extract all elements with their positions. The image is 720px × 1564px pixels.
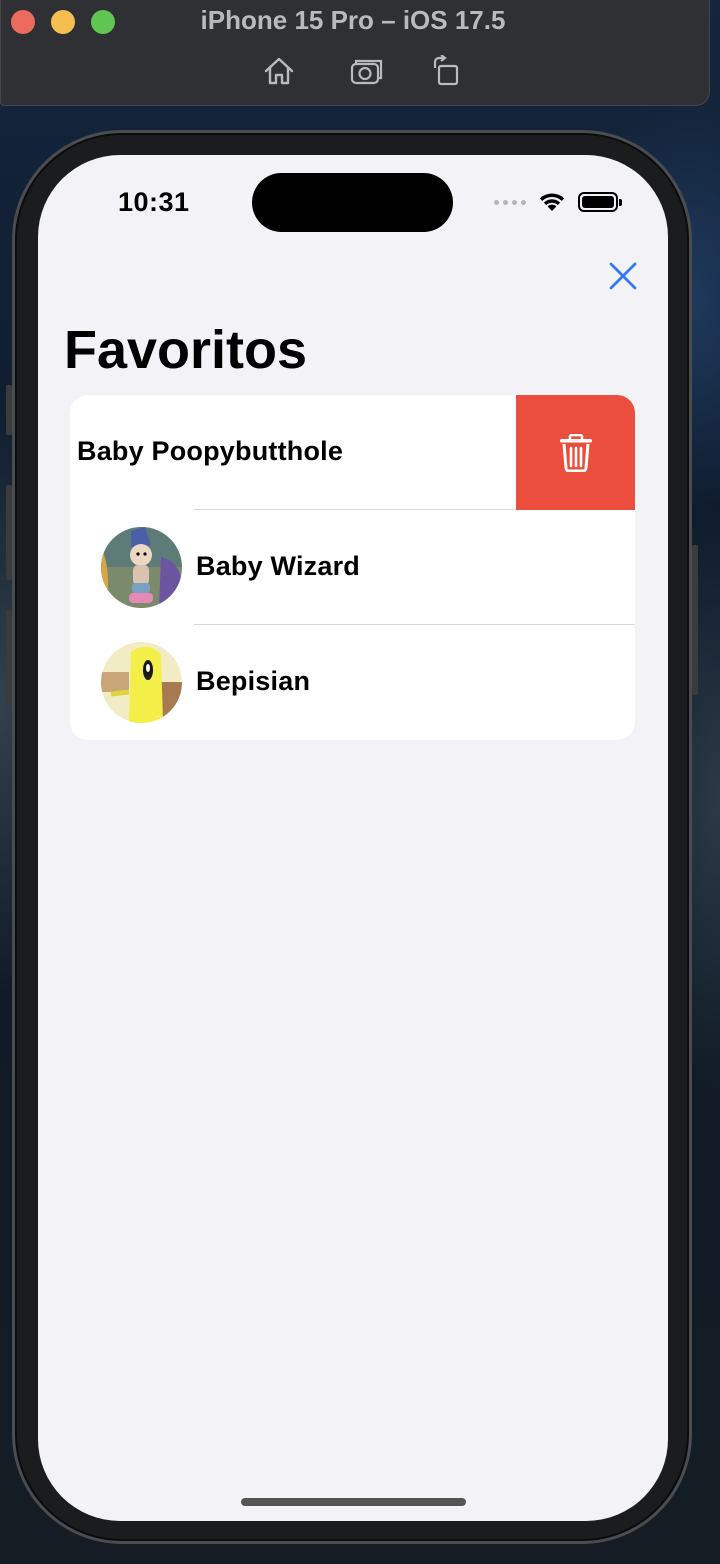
character-name: Baby Poopybutthole: [77, 436, 344, 466]
cellular-signal-icon: [494, 199, 526, 205]
power-button: [692, 545, 698, 695]
battery-icon: [578, 192, 622, 212]
home-indicator: [241, 1498, 466, 1506]
close-icon[interactable]: [606, 259, 640, 293]
dynamic-island: [252, 173, 453, 232]
list-item[interactable]: Baby Wizard: [70, 510, 635, 625]
home-icon[interactable]: [262, 54, 296, 88]
status-time: 10:31: [118, 187, 190, 217]
simulator-toolbar: iPhone 15 Pro – iOS 17.5: [0, 0, 710, 106]
character-name: Bepisian: [196, 666, 311, 696]
volume-down-button: [6, 610, 12, 705]
volume-up-button: [6, 485, 12, 580]
action-button: [6, 385, 12, 435]
baby-wizard-avatar: [101, 527, 182, 608]
phone-screen: 10:31 Favoritos Baby Poopybutthole Baby …: [38, 155, 668, 1521]
character-name: Baby Wizard: [196, 551, 360, 581]
wifi-icon: [539, 193, 565, 211]
list-item[interactable]: Baby Poopybutthole: [70, 395, 635, 510]
screenshot-icon[interactable]: [350, 54, 384, 88]
delete-button[interactable]: [516, 395, 635, 510]
trash-icon: [559, 433, 592, 472]
list-item[interactable]: Bepisian: [70, 625, 635, 740]
rotate-icon[interactable]: [429, 54, 463, 88]
page-title: Favoritos: [64, 320, 308, 380]
bepisian-avatar: [101, 642, 182, 723]
status-indicators: [494, 191, 622, 213]
simulator-title: iPhone 15 Pro – iOS 17.5: [200, 5, 506, 35]
favorites-list: Baby Poopybutthole Baby Wizard Bepisian: [70, 395, 635, 740]
